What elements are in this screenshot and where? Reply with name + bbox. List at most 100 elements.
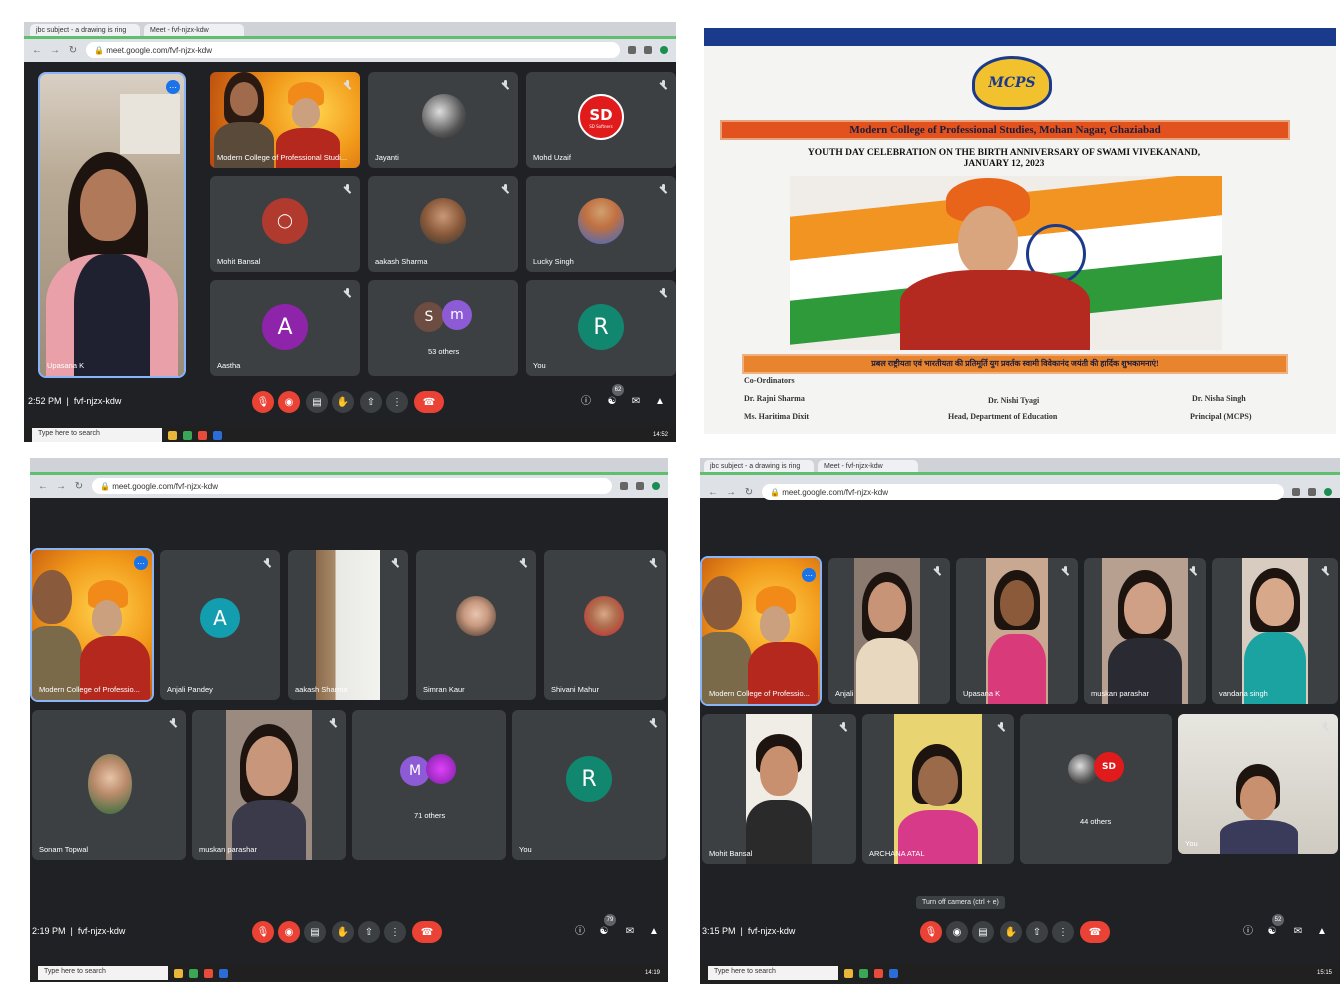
present-button[interactable]: ⇧ [358,921,380,943]
more-options-button[interactable]: ⋮ [1052,921,1074,943]
forward-icon[interactable]: → [56,481,66,492]
leave-call-button[interactable]: ☎ [412,921,442,943]
participant-tile[interactable]: Lucky Singh [526,176,676,272]
camera-toggle-button[interactable]: ◉ [946,921,968,943]
activities-icon[interactable]: ▲ [654,396,666,408]
people-icon[interactable]: ☯ [1266,926,1278,938]
profile-icon[interactable] [1324,488,1332,496]
bookmark-icon[interactable] [644,46,652,54]
info-icon[interactable]: ⓘ [580,396,592,408]
participant-tile[interactable]: Anjali [828,558,950,704]
captions-button[interactable]: ▤ [304,921,326,943]
profile-icon[interactable] [652,482,660,490]
more-options-icon[interactable]: ⋯ [802,568,816,582]
more-options-icon[interactable]: ⋯ [166,80,180,94]
info-icon[interactable]: ⓘ [574,926,586,938]
captions-button[interactable]: ▤ [306,391,328,413]
app-icon[interactable] [183,430,192,440]
mic-toggle-button[interactable]: 🎙 [920,921,942,943]
chrome-icon[interactable] [204,968,213,978]
self-tile[interactable]: R You [526,280,676,376]
address-bar[interactable]: 🔒 meet.google.com/fvf-njzx-kdw [86,42,620,58]
more-options-icon[interactable]: ⋯ [134,556,148,570]
activities-icon[interactable]: ▲ [648,926,660,938]
participant-tile[interactable]: Upasana K [956,558,1078,704]
participant-tile[interactable]: muskan parashar [1084,558,1206,704]
back-icon[interactable]: ← [708,487,718,498]
extension-icon[interactable] [620,482,628,490]
participant-tile[interactable]: Modern College of Professional Studi... [210,72,360,168]
participant-tile[interactable]: aakash Sharma [368,176,518,272]
back-icon[interactable]: ← [38,481,48,492]
taskbar-search[interactable]: Type here to search [708,966,838,980]
chat-icon[interactable]: ✉ [630,396,642,408]
self-tile[interactable]: R You [512,710,666,860]
participant-tile[interactable]: ⋯ Modern College of Professio... [30,548,154,702]
app-icon[interactable] [189,968,198,978]
participant-tile[interactable]: A Anjali Pandey [160,550,280,700]
word-icon[interactable] [219,968,228,978]
others-tile[interactable]: SD 44 others [1020,714,1172,864]
address-bar[interactable]: 🔒 meet.google.com/fvf-njzx-kdw [92,478,612,494]
participant-tile[interactable]: ARCHANA ATAL [862,714,1014,864]
participant-tile[interactable]: vandana singh [1212,558,1338,704]
extension-icon[interactable] [628,46,636,54]
chat-icon[interactable]: ✉ [624,926,636,938]
camera-toggle-button[interactable]: ◉ [278,921,300,943]
people-icon[interactable]: ☯ [606,396,618,408]
word-icon[interactable] [213,430,222,440]
more-options-button[interactable]: ⋮ [386,391,408,413]
participant-tile[interactable]: Jayanti [368,72,518,168]
reload-icon[interactable]: ↻ [744,487,754,498]
raise-hand-button[interactable]: ✋ [1000,921,1022,943]
participant-tile[interactable]: Sonam Topwal [32,710,186,860]
people-icon[interactable]: ☯ [598,926,610,938]
word-icon[interactable] [889,968,898,978]
bookmark-icon[interactable] [1308,488,1316,496]
activities-icon[interactable]: ▲ [1316,926,1328,938]
self-tile[interactable]: You [1178,714,1338,854]
app-icon[interactable] [859,968,868,978]
chrome-icon[interactable] [874,968,883,978]
present-button[interactable]: ⇧ [360,391,382,413]
participant-tile[interactable]: A Aastha [210,280,360,376]
more-options-button[interactable]: ⋮ [384,921,406,943]
participant-tile[interactable]: ⋯ Modern College of Professio... [700,556,822,706]
camera-toggle-button[interactable]: ◉ [278,391,300,413]
present-button[interactable]: ⇧ [1026,921,1048,943]
mic-toggle-button[interactable]: 🎙 [252,391,274,413]
participant-tile[interactable]: muskan parashar [192,710,346,860]
info-icon[interactable]: ⓘ [1242,926,1254,938]
reload-icon[interactable]: ↻ [74,481,84,492]
mic-toggle-button[interactable]: 🎙 [252,921,274,943]
forward-icon[interactable]: → [726,487,736,498]
others-tile[interactable]: S m 53 others [368,280,518,376]
back-icon[interactable]: ← [32,45,42,56]
participant-tile[interactable]: Mohit Bansal [702,714,856,864]
leave-call-button[interactable]: ☎ [1080,921,1110,943]
extension-icon[interactable] [1292,488,1300,496]
participant-tile[interactable]: aakash Sharma [288,550,408,700]
profile-icon[interactable] [660,46,668,54]
address-bar[interactable]: 🔒 meet.google.com/fvf-njzx-kdw [762,484,1284,500]
bookmark-icon[interactable] [636,482,644,490]
participant-tile[interactable]: Simran Kaur [416,550,536,700]
chat-icon[interactable]: ✉ [1292,926,1304,938]
participant-tile[interactable]: ◯ Mohit Bansal [210,176,360,272]
participant-tile[interactable]: Shivani Mahur [544,550,666,700]
app-icon[interactable] [174,968,183,978]
app-icon[interactable] [168,430,177,440]
taskbar-search[interactable]: Type here to search [38,966,168,980]
participant-tile[interactable]: SD SD Softners Mohd Uzaif [526,72,676,168]
leave-call-button[interactable]: ☎ [414,391,444,413]
raise-hand-button[interactable]: ✋ [332,921,354,943]
captions-button[interactable]: ▤ [972,921,994,943]
chrome-icon[interactable] [198,430,207,440]
others-tile[interactable]: M 71 others [352,710,506,860]
reload-icon[interactable]: ↻ [68,45,78,56]
participant-tile[interactable]: ⋯ Upasana K [38,72,186,378]
taskbar-search[interactable]: Type here to search [32,428,162,442]
app-icon[interactable] [844,968,853,978]
forward-icon[interactable]: → [50,45,60,56]
raise-hand-button[interactable]: ✋ [332,391,354,413]
